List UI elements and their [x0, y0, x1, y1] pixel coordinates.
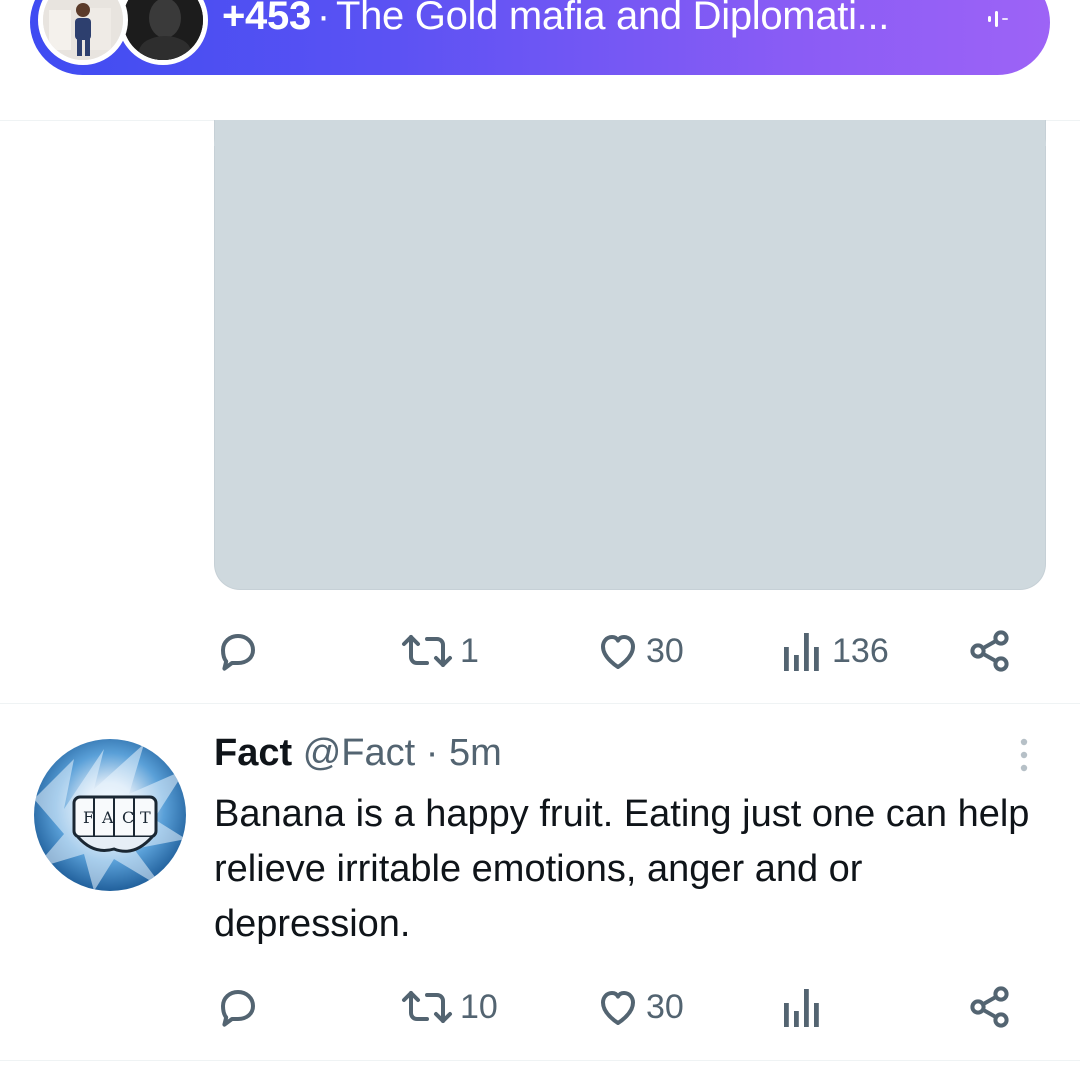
spaces-title: The Gold mafia and Diplomati...: [335, 0, 890, 38]
retweet-count: 10: [460, 987, 498, 1026]
tweet-header: Fact @Fact · 5m: [214, 732, 502, 775]
header-separator: ·: [425, 732, 439, 774]
tweet-actions: 10 30: [214, 982, 1024, 1032]
share-button[interactable]: [966, 626, 1014, 676]
avatar-letter: F: [83, 808, 94, 827]
analytics-icon: [784, 989, 819, 1027]
divider: [0, 1060, 1080, 1061]
spaces-host-avatar: [38, 0, 128, 65]
tweet-text: Banana is a happy fruit. Eating just one…: [214, 793, 1030, 945]
avatar-letter: T: [140, 808, 151, 827]
retweet-button[interactable]: 1: [398, 626, 479, 676]
tweet-timestamp[interactable]: 5m: [449, 732, 502, 774]
views-button[interactable]: [782, 982, 830, 1032]
avatar-letter: C: [122, 808, 134, 827]
analytics-icon: [784, 633, 819, 671]
share-button[interactable]: [966, 982, 1014, 1032]
retweet-button[interactable]: 10: [398, 982, 498, 1032]
heart-icon: [601, 991, 635, 1025]
divider: [0, 703, 1080, 704]
spaces-banner[interactable]: +453 · The Gold mafia and Diplomati...: [30, 0, 1050, 75]
author-handle[interactable]: @Fact: [303, 732, 415, 774]
retweet-count: 1: [460, 631, 479, 670]
heart-icon: [601, 635, 635, 669]
like-button[interactable]: 30: [594, 982, 684, 1032]
avatar-letter: A: [101, 808, 114, 827]
tweet-media-placeholder[interactable]: [214, 120, 1046, 590]
reply-icon: [221, 990, 255, 1027]
reply-button[interactable]: [214, 982, 262, 1032]
spaces-info: +453 · The Gold mafia and Diplomati...: [222, 0, 889, 39]
retweet-icon: [402, 635, 452, 667]
spaces-separator: ·: [316, 0, 330, 38]
share-icon: [970, 630, 1009, 672]
spaces-listener-count: +453: [222, 0, 311, 38]
like-count: 30: [646, 987, 684, 1026]
like-button[interactable]: 30: [594, 626, 684, 676]
author-name[interactable]: Fact: [214, 732, 292, 774]
retweet-icon: [402, 991, 452, 1023]
audio-wave-icon: [988, 8, 1012, 35]
author-avatar[interactable]: F A C T: [34, 739, 186, 891]
tweet-actions: 1 30 136: [214, 626, 1024, 676]
views-count: 136: [832, 631, 889, 670]
like-count: 30: [646, 631, 684, 670]
share-icon: [970, 986, 1009, 1028]
more-options-icon[interactable]: [1014, 736, 1034, 779]
spaces-speaker-avatar: [118, 0, 208, 65]
reply-icon: [221, 634, 255, 671]
reply-button[interactable]: [214, 626, 262, 676]
views-button[interactable]: 136: [782, 626, 889, 676]
